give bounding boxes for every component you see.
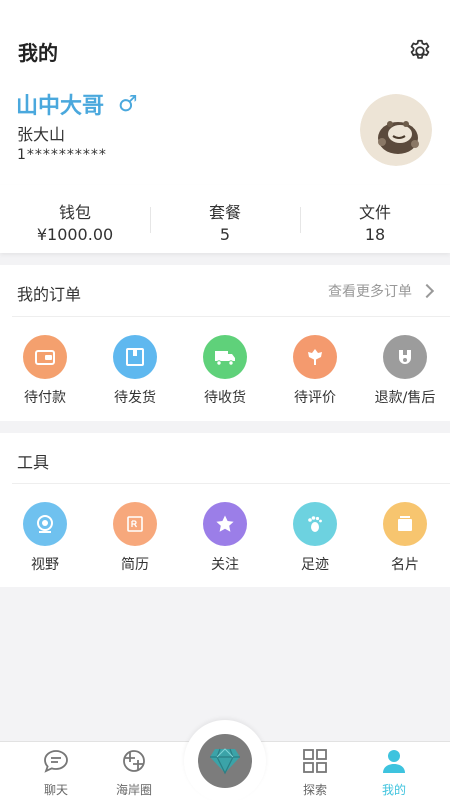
page-title: 我的 <box>18 41 58 65</box>
stat-value: ¥1000.00 <box>36 225 114 244</box>
package-icon <box>113 335 157 379</box>
item-label: 待付款 <box>24 390 66 406</box>
divider <box>12 483 450 484</box>
user-icon <box>383 750 405 773</box>
truck-icon <box>203 335 247 379</box>
item-label: 简历 <box>121 557 149 573</box>
tool-namecard[interactable]: 名片 <box>360 502 450 574</box>
center-action-button[interactable] <box>198 734 252 788</box>
stat-label: 套餐 <box>208 203 241 222</box>
refund-icon <box>383 335 427 379</box>
resume-icon <box>113 502 157 546</box>
grid-icon <box>303 749 327 773</box>
card-icon <box>383 502 427 546</box>
flower-icon <box>293 335 337 379</box>
order-pending-payment[interactable]: 待付款 <box>0 335 90 407</box>
real-name: 张大山 <box>17 125 66 144</box>
tools-title: 工具 <box>17 453 50 472</box>
tool-footprint[interactable]: 足迹 <box>270 502 360 574</box>
stat-value: 5 <box>219 225 231 244</box>
item-label: 待发货 <box>114 390 156 406</box>
divider <box>12 316 450 317</box>
item-label: 关注 <box>211 557 239 573</box>
order-pending-review[interactable]: 待评价 <box>270 335 360 407</box>
tab-label: 海岸圈 <box>115 783 152 797</box>
tab-label: 探索 <box>302 783 327 797</box>
item-label: 名片 <box>391 557 419 573</box>
order-pending-shipment[interactable]: 待发货 <box>90 335 180 407</box>
chat-icon <box>44 750 68 773</box>
stat-label: 钱包 <box>58 203 91 222</box>
tool-follow[interactable]: 关注 <box>180 502 270 574</box>
item-label: 待评价 <box>294 390 336 406</box>
nickname-row: 山中大哥 ♂ <box>16 88 138 120</box>
camera-icon <box>23 502 67 546</box>
profile-header: 我的 山中大哥 ♂ 张大山 1********** <box>0 0 450 185</box>
stats-bar: 钱包 ¥1000.00 套餐 5 文件 18 <box>0 185 450 253</box>
item-label: 视野 <box>31 557 59 573</box>
tab-chat[interactable]: 聊天 <box>21 748 91 798</box>
tools-card: 工具 视野 简历 关注 足迹 名片 <box>0 433 450 587</box>
tool-vision[interactable]: 视野 <box>0 502 90 574</box>
tab-label: 聊天 <box>43 783 68 797</box>
shutter-icon <box>123 750 145 772</box>
avatar[interactable] <box>360 94 432 166</box>
orders-card: 我的订单 查看更多订单 待付款 待发货 待收货 待评价 退款/售后 <box>0 265 450 421</box>
tool-resume[interactable]: 简历 <box>90 502 180 574</box>
order-pending-receipt[interactable]: 待收货 <box>180 335 270 407</box>
gear-icon[interactable] <box>407 38 433 64</box>
nickname: 山中大哥 <box>16 94 105 119</box>
footprint-icon <box>293 502 337 546</box>
stat-package[interactable]: 套餐 5 <box>150 199 300 244</box>
order-refund-aftersale[interactable]: 退款/售后 <box>360 335 450 407</box>
tab-mine[interactable]: 我的 <box>359 748 429 798</box>
chevron-right-icon <box>419 283 435 299</box>
diamond-icon <box>210 748 240 775</box>
center-action-wrap <box>184 720 266 800</box>
tab-coastal-circle[interactable]: 海岸圈 <box>99 748 169 798</box>
wallet-icon <box>23 335 67 379</box>
item-label: 退款/售后 <box>374 390 436 406</box>
star-icon <box>203 502 247 546</box>
more-orders-link[interactable]: 查看更多订单 <box>328 281 435 301</box>
stat-files[interactable]: 文件 18 <box>300 199 450 244</box>
orders-title: 我的订单 <box>17 285 82 304</box>
item-label: 足迹 <box>301 557 329 573</box>
stat-value: 18 <box>364 225 386 244</box>
more-orders-label: 查看更多订单 <box>328 284 412 300</box>
stat-label: 文件 <box>358 203 391 222</box>
tab-label: 我的 <box>381 783 406 797</box>
tab-explore[interactable]: 探索 <box>280 748 350 798</box>
male-gender-icon: ♂ <box>118 91 138 117</box>
item-label: 待收货 <box>204 390 246 406</box>
phone-number: 1********** <box>17 147 107 163</box>
stat-wallet[interactable]: 钱包 ¥1000.00 <box>0 199 150 244</box>
